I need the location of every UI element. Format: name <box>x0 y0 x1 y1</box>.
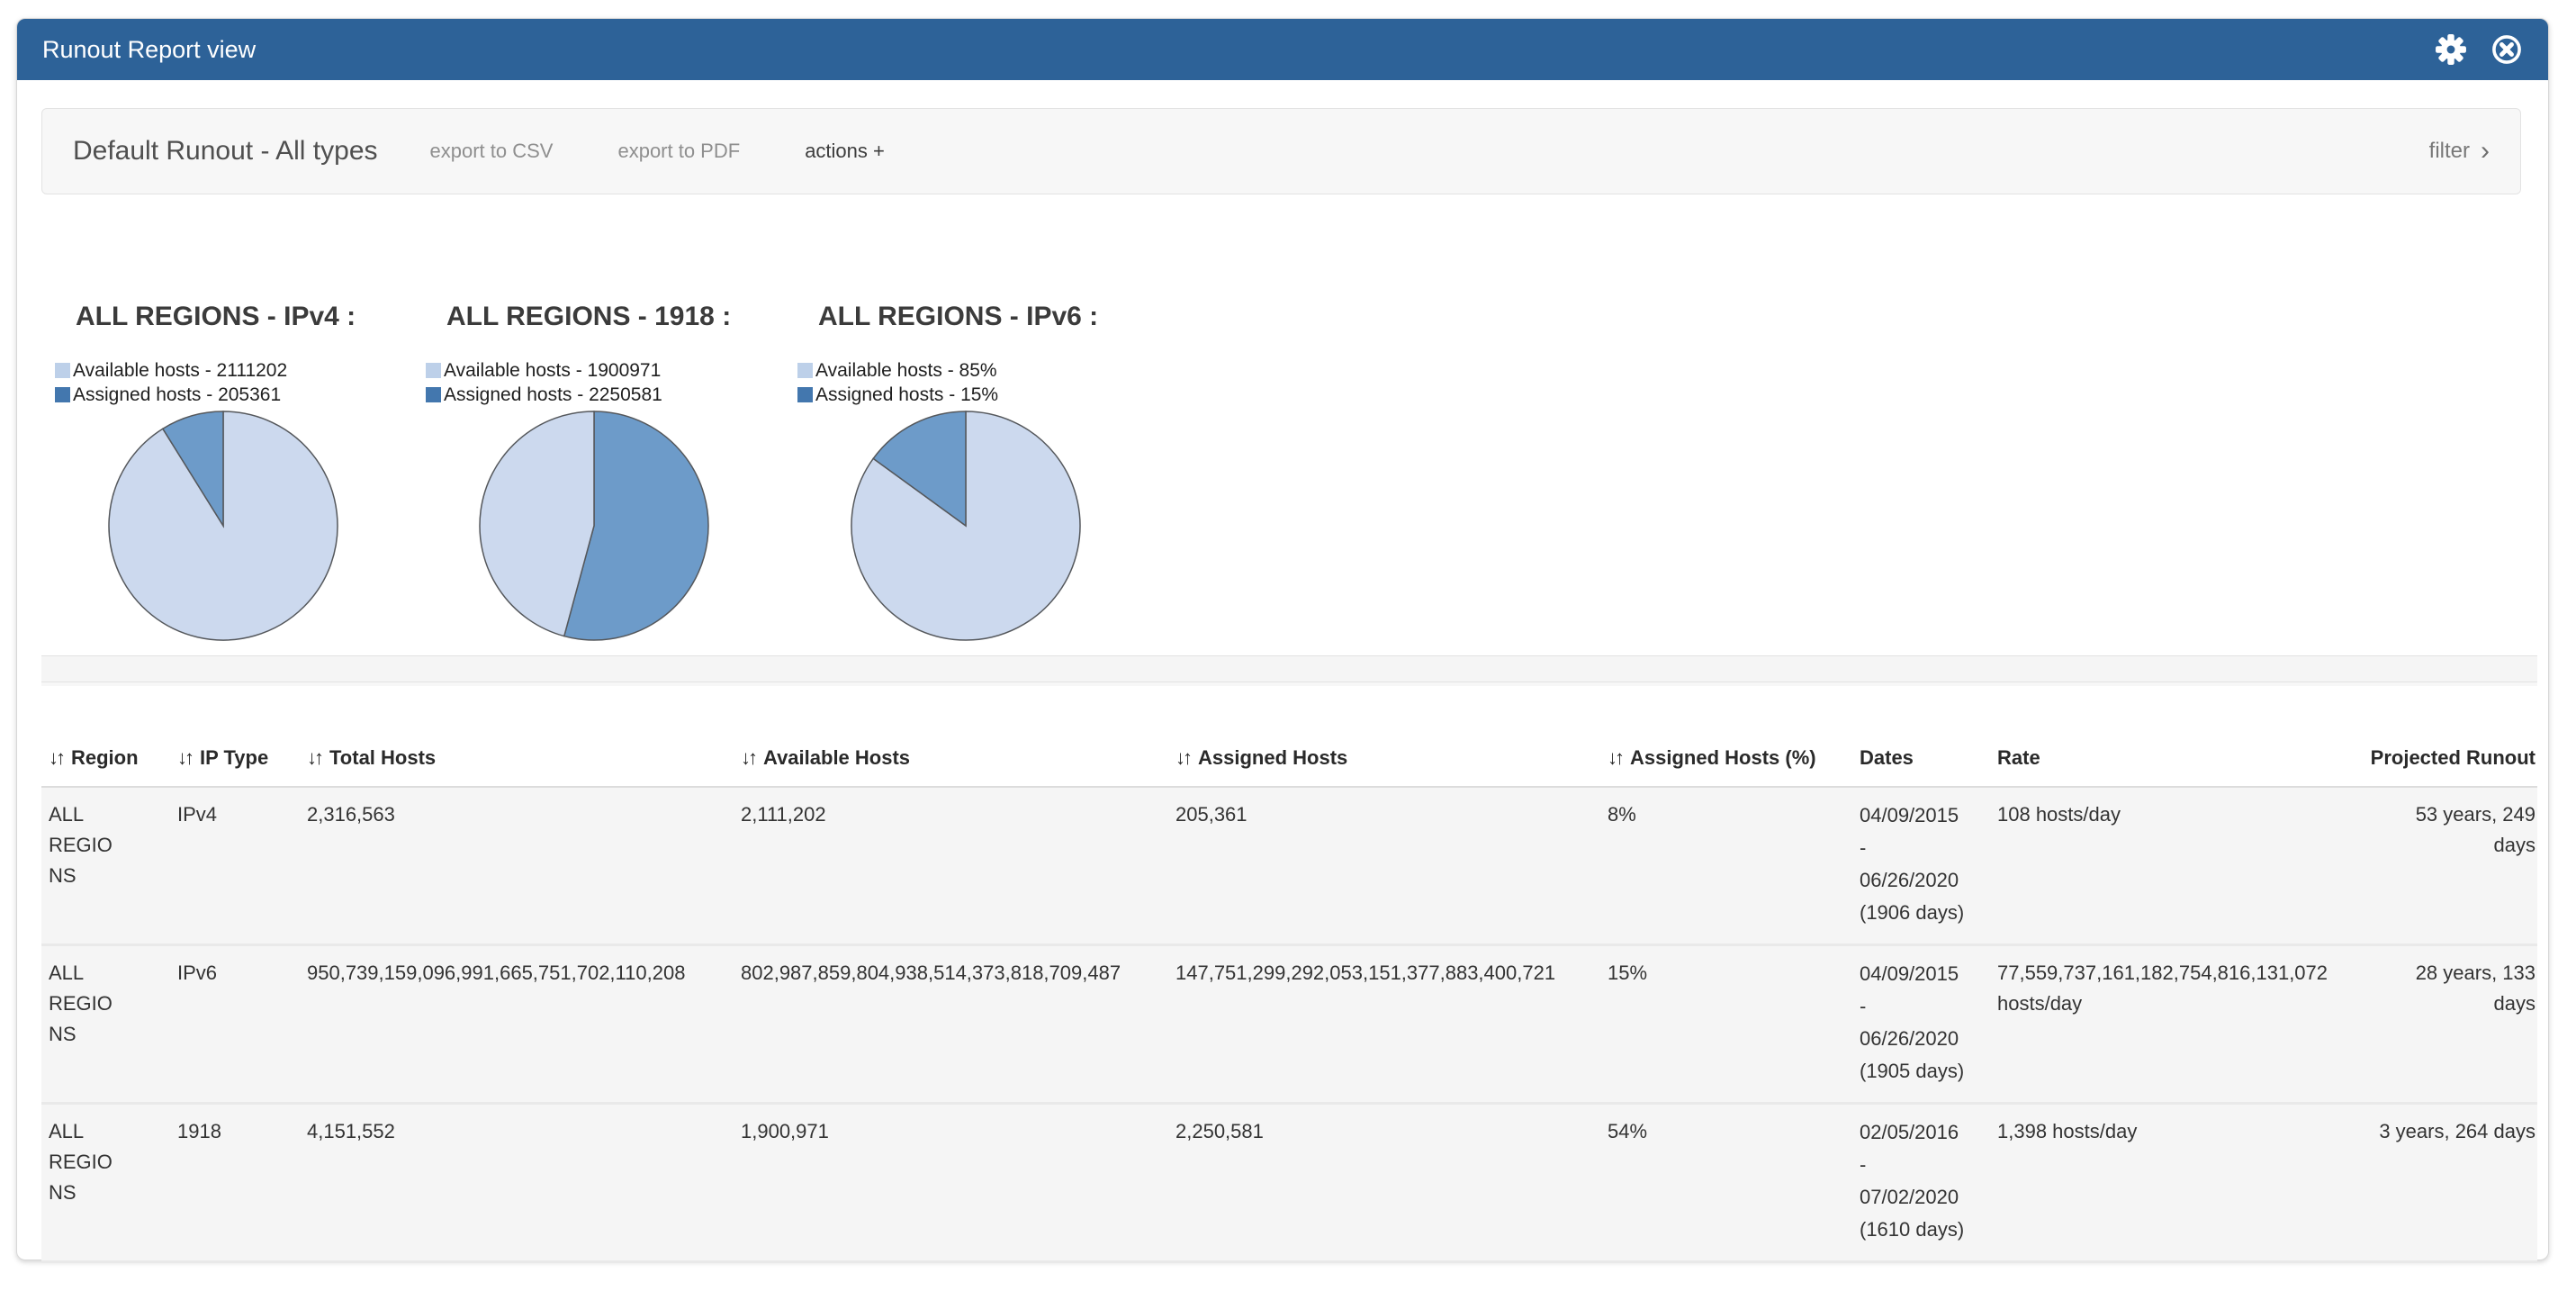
sort-icon: ↓↑ <box>177 746 192 770</box>
cell-rate: 1,398 hosts/day <box>1990 1105 2368 1260</box>
table-row-1918[interactable]: ALL REGIONS 1918 4,151,552 1,900,971 2,2… <box>41 1105 2537 1263</box>
cell-rate: 77,559,737,161,182,754,816,131,072 hosts… <box>1990 946 2368 1102</box>
sort-icon: ↓↑ <box>49 746 63 770</box>
cell-region: ALL REGIONS <box>41 788 131 943</box>
table-row-ipv4[interactable]: ALL REGIONS IPv4 2,316,563 2,111,202 205… <box>41 788 2537 946</box>
legend-swatch-available <box>797 363 813 378</box>
actions-menu-button[interactable]: actions + <box>805 140 885 163</box>
col-header-dates: Dates <box>1852 721 1990 786</box>
pie-1918 <box>478 410 710 642</box>
cell-projected-runout: 53 years, 249 days <box>2368 788 2537 943</box>
page-title: Runout Report view <box>42 36 256 64</box>
pie-ipv4 <box>107 410 339 642</box>
export-csv-link[interactable]: export to CSV <box>430 140 554 163</box>
cell-region: ALL REGIONS <box>41 946 131 1102</box>
pie-chart-ipv4: ALL REGIONS - IPv4 : Available hosts - 2… <box>55 301 426 642</box>
export-pdf-link[interactable]: export to PDF <box>617 140 740 163</box>
legend-item-available: Available hosts - 2111202 <box>55 358 426 383</box>
horizontal-scroll-strip[interactable] <box>41 655 2537 682</box>
legend-item-available: Available hosts - 1900971 <box>426 358 797 383</box>
runout-table: ↓↑Region ↓↑IP Type ↓↑Total Hosts ↓↑Avail… <box>41 721 2537 1263</box>
titlebar-icons <box>2435 33 2523 66</box>
cell-projected-runout: 28 years, 133 days <box>2368 946 2537 1102</box>
sort-icon: ↓↑ <box>1608 746 1622 770</box>
cell-ip-type: IPv6 <box>170 946 300 1102</box>
legend-swatch-assigned <box>426 387 441 402</box>
legend-swatch-available <box>426 363 441 378</box>
cell-dates: 02/05/2016 - 07/02/2020 (1610 days) <box>1852 1105 1990 1260</box>
chart-legend: Available hosts - 2111202 Assigned hosts… <box>55 358 426 407</box>
cell-projected-runout: 3 years, 264 days <box>2368 1105 2537 1260</box>
col-header-ip-type[interactable]: ↓↑IP Type <box>170 721 300 786</box>
legend-swatch-available <box>55 363 70 378</box>
cell-assigned-pct: 8% <box>1600 788 1852 943</box>
pie-ipv6 <box>850 410 1082 642</box>
legend-item-assigned: Assigned hosts - 205361 <box>55 383 426 407</box>
cell-available-hosts: 802,987,859,804,938,514,373,818,709,487 <box>734 946 1168 1102</box>
legend-item-assigned: Assigned hosts - 15% <box>797 383 1168 407</box>
cell-assigned-hosts: 205,361 <box>1168 788 1600 943</box>
col-header-rate: Rate <box>1990 721 2368 786</box>
cell-dates: 04/09/2015 - 06/26/2020 (1905 days) <box>1852 946 1990 1102</box>
cell-rate: 108 hosts/day <box>1990 788 2368 943</box>
cell-ip-type: IPv4 <box>170 788 300 943</box>
sort-icon: ↓↑ <box>741 746 755 770</box>
chart-legend: Available hosts - 1900971 Assigned hosts… <box>426 358 797 407</box>
col-header-region[interactable]: ↓↑Region <box>41 721 170 786</box>
report-toolbar: Default Runout - All types export to CSV… <box>41 108 2521 194</box>
table-header-row: ↓↑Region ↓↑IP Type ↓↑Total Hosts ↓↑Avail… <box>41 721 2537 788</box>
page: Runout Report view <box>0 0 2576 1300</box>
filter-toggle[interactable]: filter › <box>2429 139 2490 164</box>
pie-chart-1918: ALL REGIONS - 1918 : Available hosts - 1… <box>426 301 797 642</box>
legend-swatch-assigned <box>797 387 813 402</box>
cell-assigned-hosts: 2,250,581 <box>1168 1105 1600 1260</box>
runout-report-window: Runout Report view <box>16 18 2549 1260</box>
chart-title: ALL REGIONS - IPv4 : <box>76 301 426 333</box>
cell-assigned-hosts: 147,751,299,292,053,151,377,883,400,721 <box>1168 946 1600 1102</box>
chevron-right-icon: › <box>2481 140 2490 162</box>
settings-gear-icon[interactable] <box>2435 33 2467 66</box>
title-bar: Runout Report view <box>17 19 2548 80</box>
chart-title: ALL REGIONS - IPv6 : <box>818 301 1168 333</box>
cell-total-hosts: 950,739,159,096,991,665,751,702,110,208 <box>300 946 734 1102</box>
cell-assigned-pct: 54% <box>1600 1105 1852 1260</box>
cell-dates: 04/09/2015 - 06/26/2020 (1906 days) <box>1852 788 1990 943</box>
cell-total-hosts: 2,316,563 <box>300 788 734 943</box>
col-header-assigned-pct[interactable]: ↓↑Assigned Hosts (%) <box>1600 721 1852 786</box>
close-icon[interactable] <box>2490 33 2523 66</box>
cell-available-hosts: 2,111,202 <box>734 788 1168 943</box>
col-header-projected-runout: Projected Runout <box>2368 721 2537 786</box>
filter-label: filter <box>2429 139 2470 164</box>
chart-title: ALL REGIONS - 1918 : <box>446 301 797 333</box>
sort-icon: ↓↑ <box>1175 746 1190 770</box>
col-header-available-hosts[interactable]: ↓↑Available Hosts <box>734 721 1168 786</box>
legend-item-assigned: Assigned hosts - 2250581 <box>426 383 797 407</box>
col-header-assigned-hosts[interactable]: ↓↑Assigned Hosts <box>1168 721 1600 786</box>
report-title: Default Runout - All types <box>73 136 378 167</box>
col-header-total-hosts[interactable]: ↓↑Total Hosts <box>300 721 734 786</box>
table-row-ipv6[interactable]: ALL REGIONS IPv6 950,739,159,096,991,665… <box>41 946 2537 1105</box>
sort-icon: ↓↑ <box>307 746 321 770</box>
pie-chart-ipv6: ALL REGIONS - IPv6 : Available hosts - 8… <box>797 301 1168 642</box>
chart-legend: Available hosts - 85% Assigned hosts - 1… <box>797 358 1168 407</box>
cell-assigned-pct: 15% <box>1600 946 1852 1102</box>
cell-region: ALL REGIONS <box>41 1105 131 1260</box>
cell-total-hosts: 4,151,552 <box>300 1105 734 1260</box>
cell-available-hosts: 1,900,971 <box>734 1105 1168 1260</box>
cell-ip-type: 1918 <box>170 1105 300 1260</box>
legend-swatch-assigned <box>55 387 70 402</box>
legend-item-available: Available hosts - 85% <box>797 358 1168 383</box>
